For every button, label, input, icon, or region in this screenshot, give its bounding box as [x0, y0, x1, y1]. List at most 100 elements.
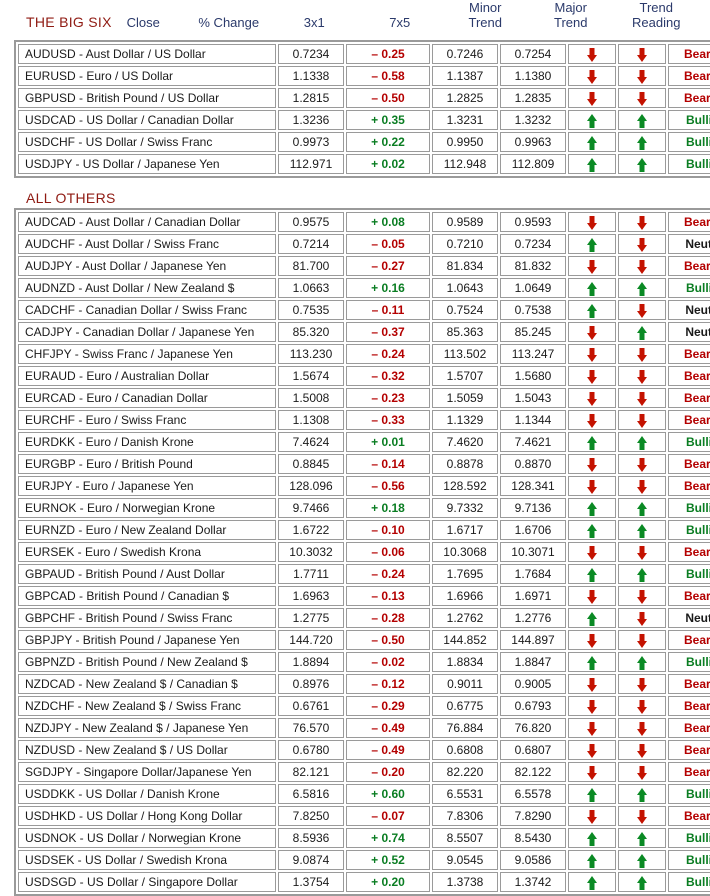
currency-pair-cell: USDHKD - US Dollar / Hong Kong Dollar: [18, 806, 276, 826]
pct-change-cell: + 0.02: [346, 154, 430, 174]
arrow-up-icon: [587, 435, 598, 450]
table-row[interactable]: CADJPY - Canadian Dollar / Japanese Yen 8…: [18, 322, 710, 342]
table-row[interactable]: CADCHF - Canadian Dollar / Swiss Franc 0.…: [18, 300, 710, 320]
close-cell: 10.3032: [278, 542, 344, 562]
minor-trend-cell: [568, 212, 616, 232]
major-trend-cell: [618, 652, 666, 672]
table-row[interactable]: USDCHF - US Dollar / Swiss Franc 0.9973 + …: [18, 132, 710, 152]
arrow-down-icon: [587, 325, 598, 340]
minor-trend-cell: [568, 322, 616, 342]
close-cell: 1.8894: [278, 652, 344, 672]
arrow-up-icon: [587, 523, 598, 538]
currency-pair-cell: EURDKK - Euro / Danish Krone: [18, 432, 276, 452]
arrow-down-icon: [637, 545, 648, 560]
7x5-cell: 81.832: [500, 256, 566, 276]
arrow-up-icon: [637, 325, 648, 340]
pct-change-cell: + 0.74: [346, 828, 430, 848]
table-row[interactable]: USDNOK - US Dollar / Norwegian Krone 8.59…: [18, 828, 710, 848]
arrow-down-icon: [637, 347, 648, 362]
table-row[interactable]: NZDCHF - New Zealand $ / Swiss Franc 0.67…: [18, 696, 710, 716]
currency-pair-cell: EURCAD - Euro / Canadian Dollar: [18, 388, 276, 408]
table-row[interactable]: USDJPY - US Dollar / Japanese Yen 112.971…: [18, 154, 710, 174]
minor-trend-cell: [568, 44, 616, 64]
section-title-all-others: ALL OTHERS: [26, 190, 116, 206]
close-cell: 0.6761: [278, 696, 344, 716]
table-row[interactable]: AUDJPY - Aust Dollar / Japanese Yen 81.70…: [18, 256, 710, 276]
3x1-cell: 1.8834: [432, 652, 498, 672]
table-row[interactable]: GBPAUD - British Pound / Aust Dollar 1.77…: [18, 564, 710, 584]
7x5-cell: 0.9963: [500, 132, 566, 152]
7x5-cell: 144.897: [500, 630, 566, 650]
arrow-up-icon: [587, 655, 598, 670]
currency-pair-cell: GBPAUD - British Pound / Aust Dollar: [18, 564, 276, 584]
table-row[interactable]: NZDUSD - New Zealand $ / US Dollar 0.6780…: [18, 740, 710, 760]
currency-pair-cell: EURGBP - Euro / British Pound: [18, 454, 276, 474]
table-row[interactable]: AUDUSD - Aust Dollar / US Dollar 0.7234– …: [18, 44, 710, 64]
table-row[interactable]: GBPCAD - British Pound / Canadian $1.696…: [18, 586, 710, 606]
table-row[interactable]: AUDNZD - Aust Dollar / New Zealand $1.06…: [18, 278, 710, 298]
3x1-cell: 82.220: [432, 762, 498, 782]
7x5-cell: 0.6807: [500, 740, 566, 760]
column-header-close: Close: [126, 15, 160, 30]
minor-trend-cell: [568, 674, 616, 694]
table-row[interactable]: EURAUD - Euro / Australian Dollar 1.5674–…: [18, 366, 710, 386]
minor-trend-cell: [568, 872, 616, 892]
table-row[interactable]: USDSGD - US Dollar / Singapore Dollar 1.3…: [18, 872, 710, 892]
major-trend-cell: [618, 154, 666, 174]
3x1-cell: 7.8306: [432, 806, 498, 826]
table-row[interactable]: EURNOK - Euro / Norwegian Krone 9.7466 + 0…: [18, 498, 710, 518]
table-row[interactable]: USDCAD - US Dollar / Canadian Dollar 1.32…: [18, 110, 710, 130]
arrow-down-icon: [637, 91, 648, 106]
arrow-up-icon: [587, 875, 598, 890]
3x1-cell: 113.502: [432, 344, 498, 364]
minor-trend-cell: [568, 410, 616, 430]
7x5-cell: 9.0586: [500, 850, 566, 870]
table-row[interactable]: EURGBP - Euro / British Pound 0.8845– 0.1…: [18, 454, 710, 474]
pct-change-cell: – 0.07: [346, 806, 430, 826]
table-row[interactable]: GBPJPY - British Pound / Japanese Yen 144…: [18, 630, 710, 650]
minor-trend-cell: [568, 110, 616, 130]
trend-reading-cell: Bearish: [668, 66, 710, 86]
table-row[interactable]: EURCAD - Euro / Canadian Dollar 1.5008– 0…: [18, 388, 710, 408]
trend-reading-cell: Bearish: [668, 88, 710, 108]
trend-reading-cell: Neutral: [668, 608, 710, 628]
major-trend-cell: [618, 300, 666, 320]
7x5-cell: 1.5043: [500, 388, 566, 408]
table-row[interactable]: EURDKK - Euro / Danish Krone 7.4624 + 0.01…: [18, 432, 710, 452]
table-row[interactable]: AUDCAD - Aust Dollar / Canadian Dollar 0.…: [18, 212, 710, 232]
pct-change-cell: + 0.16: [346, 278, 430, 298]
table-row[interactable]: GBPNZD - British Pound / New Zealand $1.…: [18, 652, 710, 672]
currency-pair-cell: NZDCHF - New Zealand $ / Swiss Franc: [18, 696, 276, 716]
table-row[interactable]: AUDCHF - Aust Dollar / Swiss Franc 0.7214…: [18, 234, 710, 254]
table-row[interactable]: USDHKD - US Dollar / Hong Kong Dollar 7.8…: [18, 806, 710, 826]
table-row[interactable]: EURJPY - Euro / Japanese Yen 128.096– 0.5…: [18, 476, 710, 496]
3x1-cell: 0.6775: [432, 696, 498, 716]
close-cell: 1.1338: [278, 66, 344, 86]
arrow-down-icon: [587, 589, 598, 604]
table-row[interactable]: NZDCAD - New Zealand $ / Canadian $0.897…: [18, 674, 710, 694]
table-row[interactable]: EURNZD - Euro / New Zealand Dollar 1.6722…: [18, 520, 710, 540]
minor-trend-cell: [568, 132, 616, 152]
table-row[interactable]: GBPCHF - British Pound / Swiss Franc 1.27…: [18, 608, 710, 628]
table-row[interactable]: EURUSD - Euro / US Dollar 1.1338– 0.58 1.1…: [18, 66, 710, 86]
pct-change-cell: + 0.01: [346, 432, 430, 452]
7x5-cell: 8.5430: [500, 828, 566, 848]
currency-pair-cell: USDSEK - US Dollar / Swedish Krona: [18, 850, 276, 870]
7x5-cell: 0.9593: [500, 212, 566, 232]
table-row[interactable]: CHFJPY - Swiss Franc / Japanese Yen 113.2…: [18, 344, 710, 364]
pct-change-cell: – 0.28: [346, 608, 430, 628]
3x1-cell: 112.948: [432, 154, 498, 174]
arrow-down-icon: [637, 589, 648, 604]
minor-trend-cell: [568, 154, 616, 174]
table-row[interactable]: EURCHF - Euro / Swiss Franc 1.1308– 0.33 1…: [18, 410, 710, 430]
table-row[interactable]: NZDJPY - New Zealand $ / Japanese Yen 76.…: [18, 718, 710, 738]
major-trend-cell: [618, 454, 666, 474]
arrow-up-icon: [587, 853, 598, 868]
table-row[interactable]: USDDKK - US Dollar / Danish Krone 6.5816 +…: [18, 784, 710, 804]
table-row[interactable]: USDSEK - US Dollar / Swedish Krona 9.0874…: [18, 850, 710, 870]
table-row[interactable]: SGDJPY - Singapore Dollar/Japanese Yen 82…: [18, 762, 710, 782]
pct-change-cell: – 0.25: [346, 44, 430, 64]
table-row[interactable]: GBPUSD - British Pound / US Dollar 1.2815…: [18, 88, 710, 108]
trend-reading-cell: Bearish: [668, 740, 710, 760]
table-row[interactable]: EURSEK - Euro / Swedish Krona 10.3032– 0.…: [18, 542, 710, 562]
